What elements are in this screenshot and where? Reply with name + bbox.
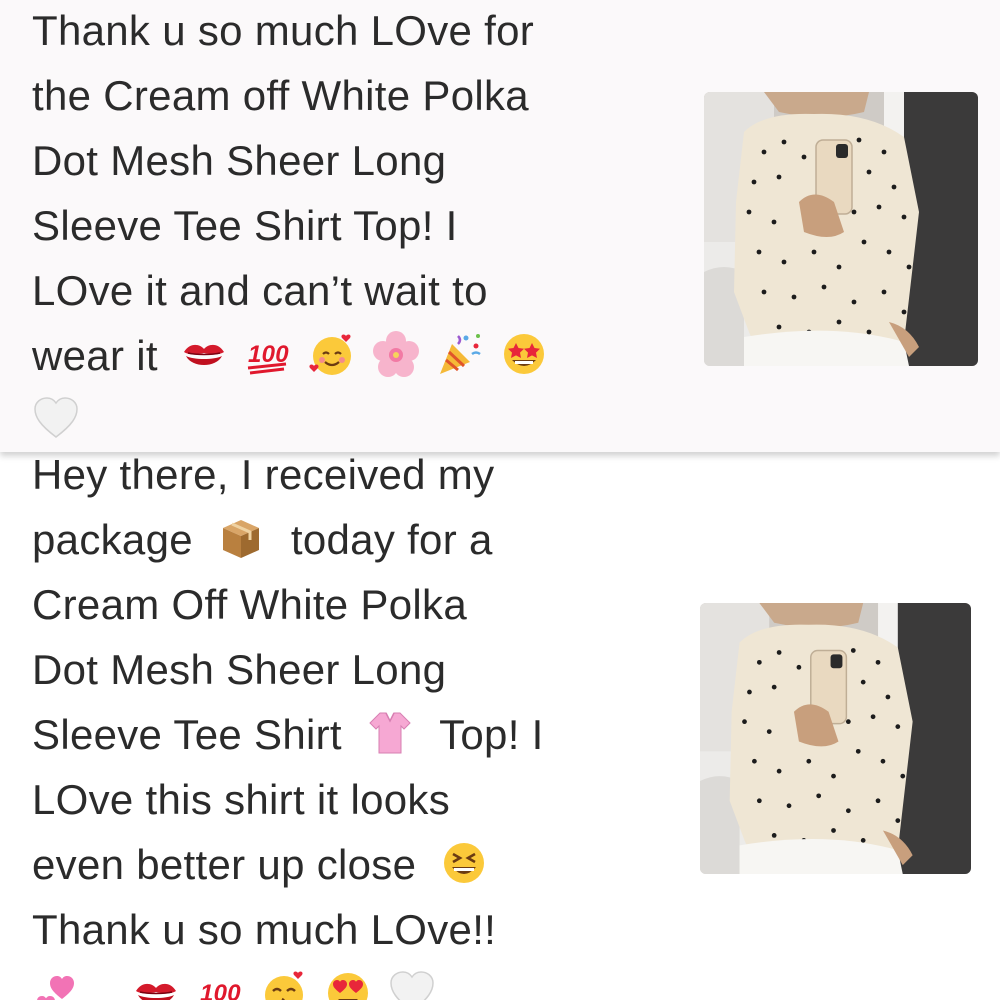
product-photo[interactable] xyxy=(704,92,978,366)
review-text: Thank u so much LOve for the Cream off W… xyxy=(32,0,652,452)
review-text: Hey there, I received my package today f… xyxy=(32,455,652,1000)
review-text-line-with-emojis: Sleeve Tee Shirt Top! I xyxy=(32,702,652,767)
review-text-line-with-emojis xyxy=(32,388,652,452)
review-text-line: Cream Off White Polka xyxy=(32,581,467,628)
grinning-squinting-face-icon xyxy=(440,839,488,887)
two-hearts-icon xyxy=(32,969,80,1000)
review-text-line-with-emojis xyxy=(32,962,652,1000)
review-text-line-with-emojis: wear it xyxy=(32,323,652,388)
kiss-mark-icon xyxy=(132,969,180,1000)
product-photo[interactable] xyxy=(700,603,971,874)
heart-eyes-face-icon xyxy=(324,969,372,1000)
review-text-line: Thank u so much LOve for xyxy=(32,7,535,54)
review-card-1: Thank u so much LOve for the Cream off W… xyxy=(0,0,1000,452)
review-text-line: LOve it and can’t wait to xyxy=(32,267,488,314)
review-text-line: LOve this shirt it looks xyxy=(32,776,451,823)
star-struck-icon xyxy=(500,330,548,378)
review-card-2: Hey there, I received my package today f… xyxy=(0,455,1000,1000)
review-text-line: Dot Mesh Sheer Long xyxy=(32,646,447,693)
smiling-hearts-face-icon xyxy=(308,330,356,378)
blouse-icon xyxy=(366,709,414,757)
review-text-fragment: even better up close xyxy=(32,841,417,888)
kissing-face-icon xyxy=(260,969,308,1000)
package-icon xyxy=(217,514,265,562)
review-text-line: Thank u so much LOve!! xyxy=(32,906,497,953)
review-text-fragment: wear it xyxy=(32,332,158,379)
kiss-mark-icon xyxy=(180,330,228,378)
hundred-points-icon xyxy=(196,969,244,1000)
party-popper-icon xyxy=(436,330,484,378)
review-text-fragment: Sleeve Tee Shirt xyxy=(32,711,342,758)
review-text-fragment: package xyxy=(32,516,193,563)
review-text-line-with-emojis: even better up close xyxy=(32,832,652,897)
review-text-line: Dot Mesh Sheer Long xyxy=(32,137,447,184)
review-text-fragment: today for a xyxy=(290,516,493,563)
review-text-line-with-emojis: package today for a xyxy=(32,507,652,572)
review-text-line: Hey there, I received my xyxy=(32,455,495,498)
review-text-fragment: Top! I xyxy=(439,711,544,758)
review-text-line: the Cream off White Polka xyxy=(32,72,529,119)
white-heart-icon xyxy=(388,969,436,1000)
review-text-line: Sleeve Tee Shirt Top! I xyxy=(32,202,458,249)
white-heart-icon xyxy=(32,395,80,443)
cherry-blossom-icon xyxy=(372,330,420,378)
hundred-points-icon xyxy=(244,330,292,378)
